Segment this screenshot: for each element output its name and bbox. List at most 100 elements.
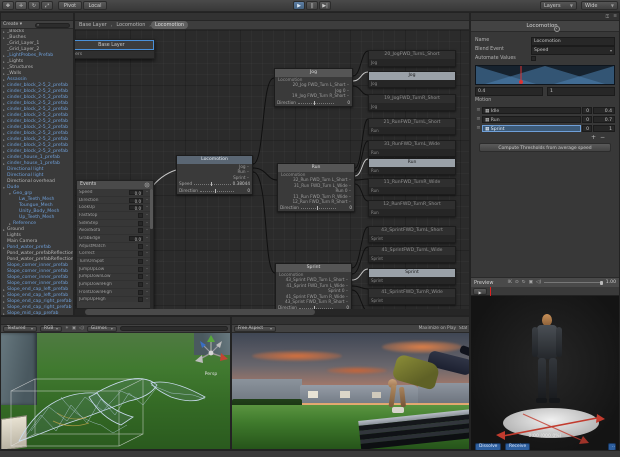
state-machine-graph[interactable]: ▸Base Layer Layers Locomotion Jog –Run –… [75, 30, 469, 309]
node-sprint[interactable]: Sprint Locomotion 43_Sprint FWD_Turn L_S… [275, 263, 352, 309]
lock-icon[interactable]: ⚿ [606, 14, 609, 20]
slider-track[interactable] [194, 182, 231, 185]
aspect-dropdown[interactable]: Free Aspect▾ [234, 326, 276, 332]
create-button[interactable]: Create ▾ [3, 22, 22, 27]
motion-speed-field[interactable]: 0 [582, 107, 592, 114]
local-button[interactable]: Local [83, 1, 107, 10]
parameter-slider[interactable]: Direction0 [278, 204, 354, 211]
event-row[interactable]: Speed0.0– [77, 189, 153, 197]
fx-toggle-icon[interactable]: ▣ [72, 326, 76, 331]
ik-toggle[interactable]: IK [507, 280, 511, 285]
state-node-12_runfwd_turnr_short[interactable]: 12_RunFWD_TurnR_ShortRun [368, 200, 456, 217]
event-row[interactable]: JumpDownHigh– [77, 281, 153, 289]
motion-threshold-field[interactable]: 1 [593, 125, 615, 132]
rgb-dropdown[interactable]: RGB▾ [40, 326, 62, 332]
event-value-field[interactable]: 0.0 [129, 198, 143, 203]
event-value-field[interactable]: 0.0 [129, 236, 143, 241]
scene-orientation-gizmo[interactable]: Persp [193, 335, 229, 371]
event-row[interactable]: AdjustMatch– [77, 243, 153, 251]
event-row[interactable]: JumpDownLow– [77, 274, 153, 282]
lighting-toggle-icon[interactable]: ☀ [65, 326, 69, 331]
breadcrumb-locomotion[interactable]: Locomotion [112, 21, 149, 29]
preview-timeline[interactable]: ▶ [471, 287, 619, 296]
slider-handle[interactable] [314, 101, 315, 105]
layers-popup-item[interactable]: ▸Base Layer [75, 40, 154, 50]
state-node-run[interactable]: RunRun [368, 158, 456, 175]
preview-viewport[interactable]: 0:00 (000.0%) Dissolve Receive ‥ [471, 296, 619, 451]
motion-row[interactable]: ≡▦ Sprint01 [475, 124, 615, 132]
slider-handle[interactable] [317, 206, 318, 210]
camera-icon[interactable]: ▣ [529, 280, 533, 285]
audio-icon[interactable]: ◁) [536, 280, 541, 285]
scene-search-input[interactable] [120, 326, 228, 331]
shading-dropdown[interactable]: Textured▾ [3, 326, 37, 332]
state-node-41_sprintfwd_turnl_wide[interactable]: 41_SprintFWD_TurnL_WideSprint [368, 246, 456, 263]
menu-icon[interactable]: ≡ [613, 14, 617, 19]
parameter-slider[interactable]: Speed0.38044 [177, 180, 252, 187]
slider-handle[interactable] [215, 189, 216, 193]
node-run[interactable]: Run Locomotion 32_Run FWD_Turn L_Short –… [277, 163, 355, 212]
state-node-31_runfwd_turnl_wide[interactable]: 31_RunFWD_TurnL_WideRun [368, 140, 456, 157]
rotate-tool-icon[interactable]: ↻ [28, 1, 40, 10]
state-node-43_sprintfwd_turnl_short[interactable]: 43_SprintFWD_TurnL_ShortSprint [368, 226, 456, 243]
scene-viewport[interactable]: Persp [1, 333, 230, 449]
layout-dropdown[interactable]: Wide▼ [581, 1, 618, 10]
event-row[interactable]: Correct– [77, 251, 153, 259]
state-node-21_runfwd_turnl_short[interactable]: 21_RunFWD_TurnL_ShortRun [368, 118, 456, 135]
slider-track[interactable] [200, 189, 234, 192]
animator-hscrollbar[interactable] [75, 309, 469, 315]
state-node-19_jogfwd_turnr_short[interactable]: 19_JogFWD_TurnR_ShortJog [368, 94, 456, 111]
gear-icon[interactable] [145, 183, 150, 188]
parameter-slider[interactable]: Direction0 [275, 99, 352, 106]
threshold-min-field[interactable]: 0.4 [475, 87, 543, 96]
slider-track[interactable] [301, 206, 336, 209]
playhead[interactable] [490, 287, 491, 296]
slider-track[interactable] [298, 101, 334, 104]
pause-button[interactable]: || [306, 1, 318, 10]
rotate-icon[interactable]: ↻ [522, 280, 526, 285]
state-node-11_runfwd_turnr_wide[interactable]: 11_RunFWD_TurnR_WideRun [368, 178, 456, 195]
preview-play-button[interactable]: ▶ [473, 288, 487, 295]
layers-dropdown[interactable]: Layers▼ [540, 1, 577, 10]
event-row[interactable]: FastStop– [77, 212, 153, 220]
automate-values-checkbox[interactable] [531, 56, 536, 61]
event-row[interactable]: TurnOnSpot– [77, 258, 153, 266]
event-row[interactable]: Direction0.0– [77, 197, 153, 205]
state-node-20_jogfwd_turnl_short[interactable]: 20_JogFWD_TurnL_ShortJog [368, 50, 456, 67]
blend-event-dropdown[interactable]: Speed▾ [531, 46, 615, 55]
event-row[interactable]: LookUp0.0– [77, 204, 153, 212]
event-row[interactable]: FrontDownHigh– [77, 289, 153, 297]
play-button[interactable]: ▶ [293, 1, 305, 10]
name-field[interactable]: Locomotion [531, 37, 615, 46]
motion-row[interactable]: ≡▦ Idle00.4 [475, 106, 615, 114]
threshold-max-field[interactable]: 1 [547, 87, 615, 96]
event-row[interactable]: SideStep– [77, 220, 153, 228]
motion-name-field[interactable]: ▦ Run [482, 116, 581, 123]
preview-speed-slider[interactable] [544, 282, 603, 283]
maximize-on-play-toggle[interactable]: Maximize on Play [419, 326, 456, 331]
breadcrumb-base-layer[interactable]: Base Layer [75, 21, 111, 29]
hierarchy-item[interactable]: ▸Slope_mid_cap_prefab [1, 311, 73, 315]
slider-handle[interactable] [211, 182, 212, 186]
audio-toggle-icon[interactable]: ◁) [79, 326, 84, 331]
pivot-button[interactable]: Pivot [58, 1, 82, 10]
node-jog[interactable]: Jog Locomotion 20_Jog FWD_Turn L_Short –… [274, 68, 353, 107]
stats-toggle[interactable]: Stats [459, 326, 467, 331]
search-input[interactable] [35, 23, 70, 28]
motion-threshold-field[interactable]: 0.7 [593, 116, 615, 123]
pan-tool-icon[interactable]: ✥ [2, 1, 14, 10]
gizmos-dropdown[interactable]: Gizmos▾ [87, 326, 117, 332]
node-locomotion[interactable]: Locomotion Jog –Run –Sprint – Speed0.380… [176, 155, 253, 195]
event-row[interactable]: GrabEdge0.0– [77, 235, 153, 243]
drag-handle-icon[interactable]: ≡ [475, 107, 482, 113]
motion-row[interactable]: ≡▦ Run00.7 [475, 115, 615, 123]
move-tool-icon[interactable]: ✛ [15, 1, 27, 10]
scale-tool-icon[interactable]: ⤢ [41, 1, 53, 10]
events-scrollbar[interactable] [150, 189, 153, 309]
remove-motion-button[interactable]: − [600, 134, 605, 141]
motion-speed-field[interactable]: 0 [582, 116, 592, 123]
gear-icon[interactable] [554, 26, 560, 32]
state-node-41_sprintfwd_turnr_wide[interactable]: 41_SprintFWD_TurnR_WideSprint [368, 288, 456, 305]
breadcrumb-locomotion-current[interactable]: Locomotion [151, 21, 188, 29]
blend-graph[interactable] [475, 65, 615, 85]
